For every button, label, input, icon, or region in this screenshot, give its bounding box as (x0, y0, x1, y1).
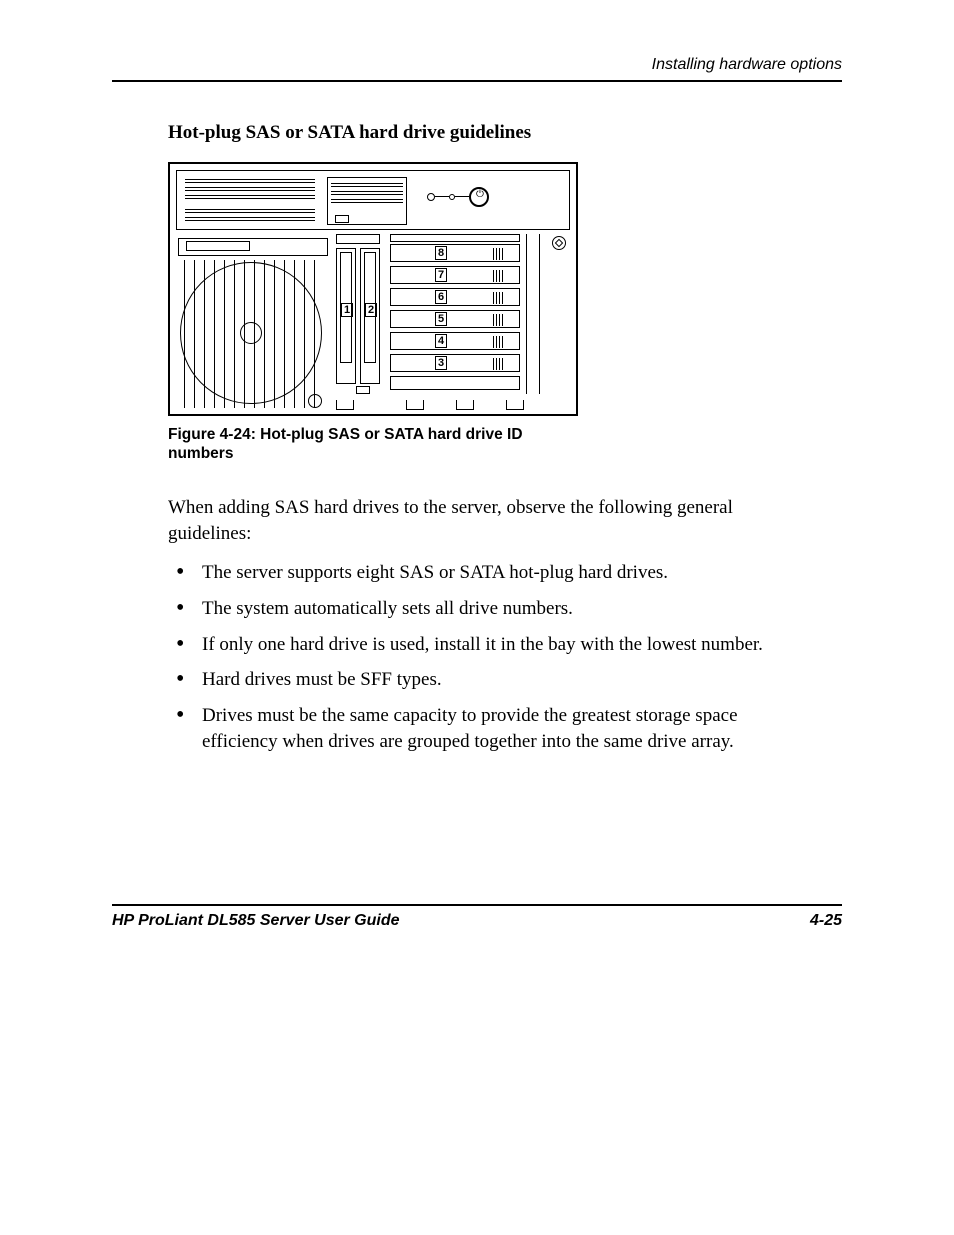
drive-slot: 6 (390, 288, 520, 306)
drive-slot: 8 (390, 244, 520, 262)
list-item: Drives must be the same capacity to prov… (168, 703, 808, 754)
page-header: Installing hardware options (112, 56, 842, 82)
list-item: The server supports eight SAS or SATA ho… (168, 560, 808, 586)
drive-slot: 7 (390, 266, 520, 284)
page-footer: HP ProLiant DL585 Server User Guide 4-25 (112, 904, 842, 930)
guidelines-list: The server supports eight SAS or SATA ho… (168, 560, 808, 754)
footer-title: HP ProLiant DL585 Server User Guide (112, 912, 400, 930)
drive-bay-2: 2 (360, 248, 380, 384)
locator-screw-icon (552, 236, 566, 250)
drive-slot: 3 (390, 354, 520, 372)
chassis-top-panel: ⏻ (176, 170, 570, 230)
figure-caption: Figure 4-24: Hot-plug SAS or SATA hard d… (168, 426, 568, 463)
chassis-feet (176, 398, 570, 410)
drive-slot: 4 (390, 332, 520, 350)
drive-bay-1: 1 (336, 248, 356, 384)
drive-slot: 5 (390, 310, 520, 328)
list-item: Hard drives must be SFF types. (168, 667, 808, 693)
section-heading: Hot-plug SAS or SATA hard drive guidelin… (168, 122, 842, 144)
fan-grill (178, 238, 328, 408)
footer-page-number: 4-25 (810, 912, 842, 930)
list-item: If only one hard drive is used, install … (168, 632, 808, 658)
led-icon (449, 194, 455, 200)
list-item: The system automatically sets all drive … (168, 596, 808, 622)
intro-paragraph: When adding SAS hard drives to the serve… (168, 495, 808, 546)
led-icon (427, 193, 435, 201)
figure-diagram: ⏻ 1 (168, 162, 578, 416)
